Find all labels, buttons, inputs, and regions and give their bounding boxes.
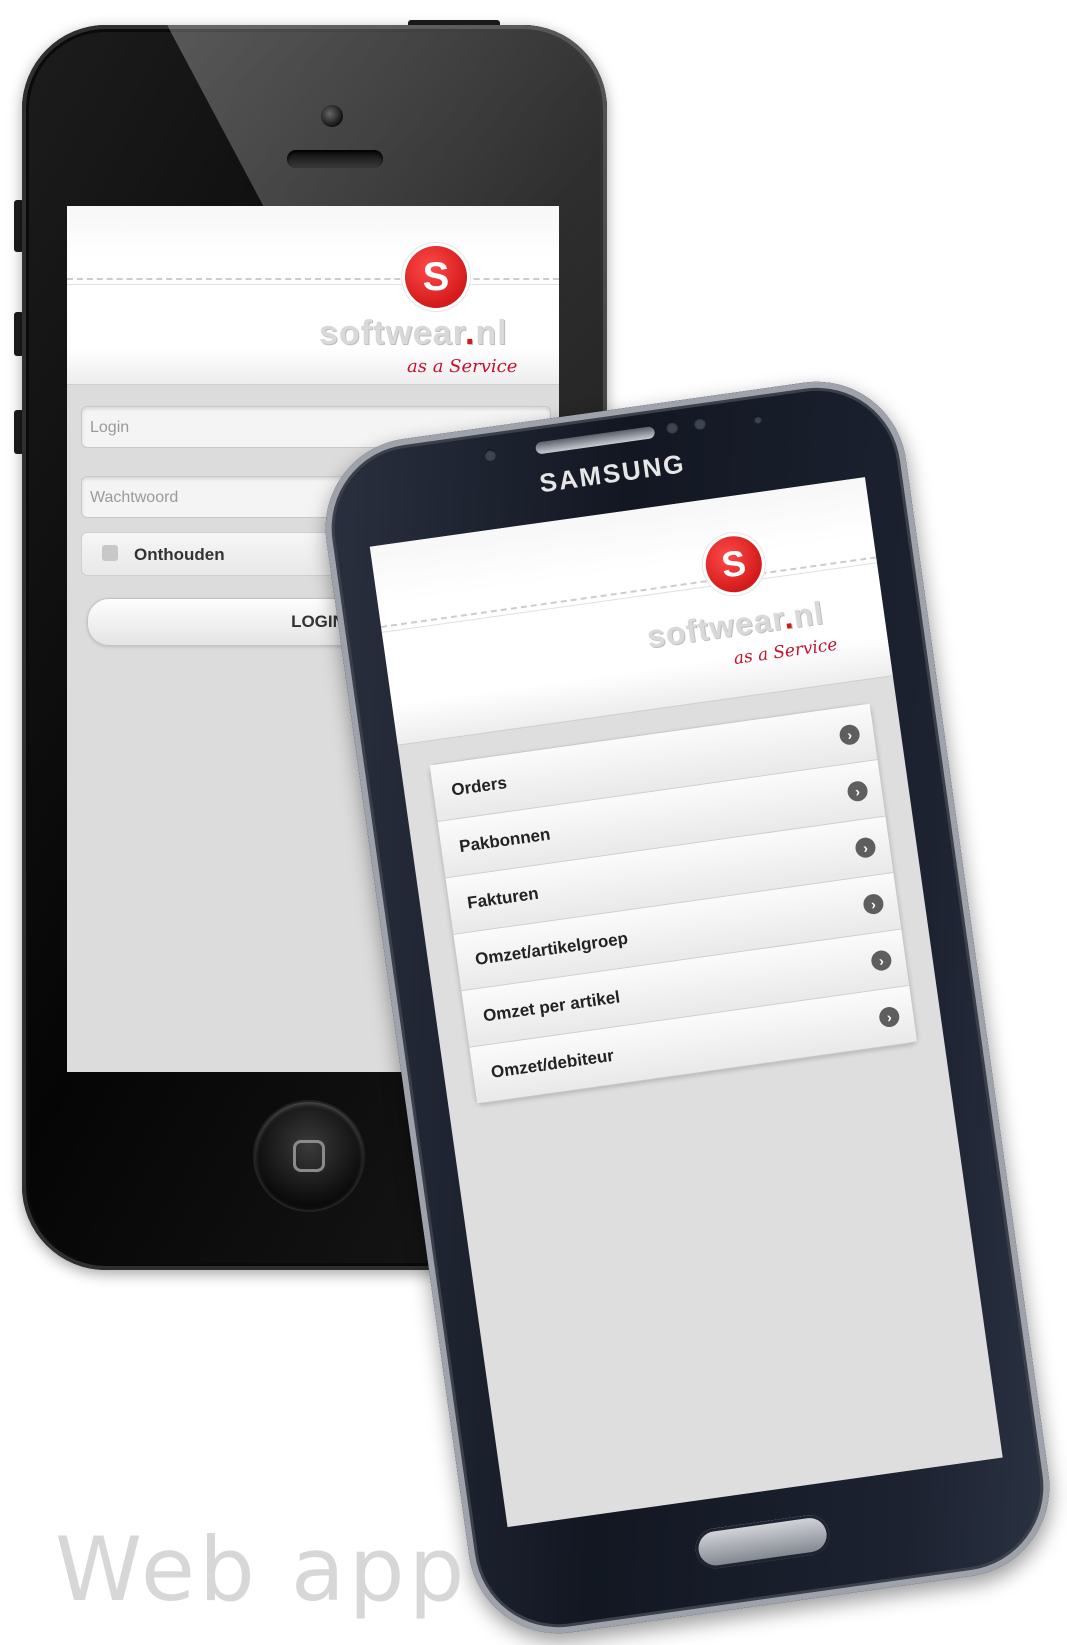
page-caption: Web app bbox=[55, 1518, 469, 1621]
chevron-right-icon: › bbox=[846, 779, 869, 803]
app-header: S softwear.nl as a Service bbox=[67, 206, 559, 385]
chevron-right-icon: › bbox=[862, 892, 885, 916]
home-button[interactable] bbox=[255, 1102, 363, 1210]
logo-word-tld: nl bbox=[790, 594, 826, 635]
chevron-right-icon: › bbox=[877, 1005, 901, 1029]
home-square-icon bbox=[293, 1140, 325, 1172]
samsung-device: SAMSUNG S softwear.nl as a Service Order… bbox=[313, 370, 1062, 1645]
logo-tagline: as a Service bbox=[407, 356, 518, 377]
chevron-right-icon: › bbox=[838, 723, 861, 747]
remember-label: Onthouden bbox=[134, 545, 225, 564]
softwear-logo-icon: S bbox=[405, 246, 467, 308]
logo-word-main: softwear bbox=[319, 314, 465, 352]
remember-checkbox[interactable] bbox=[102, 545, 118, 561]
logo-word-tld: nl bbox=[475, 314, 508, 352]
logo-word-dot: . bbox=[464, 314, 476, 352]
menu-item-label: Omzet/debiteur bbox=[489, 1045, 615, 1082]
chevron-right-icon: › bbox=[854, 836, 877, 859]
menu-item-label: Pakbonnen bbox=[458, 824, 552, 857]
main-menu-list: Orders › Pakbonnen › Fakturen › Omzet/ar… bbox=[428, 702, 919, 1105]
password-placeholder: Wachtwoord bbox=[90, 489, 179, 506]
login-placeholder: Login bbox=[90, 419, 130, 436]
earpiece-speaker bbox=[287, 150, 383, 168]
menu-item-label: Orders bbox=[450, 773, 508, 800]
menu-item-label: Omzet per artikel bbox=[481, 987, 622, 1026]
menu-item-label: Fakturen bbox=[466, 883, 540, 913]
logo-wordmark: softwear.nl bbox=[319, 314, 508, 353]
chevron-right-icon: › bbox=[870, 949, 893, 972]
header-stitch-line bbox=[67, 278, 559, 285]
front-camera-icon bbox=[321, 105, 343, 127]
menu-item-label: Omzet/artikelgroep bbox=[473, 928, 630, 969]
